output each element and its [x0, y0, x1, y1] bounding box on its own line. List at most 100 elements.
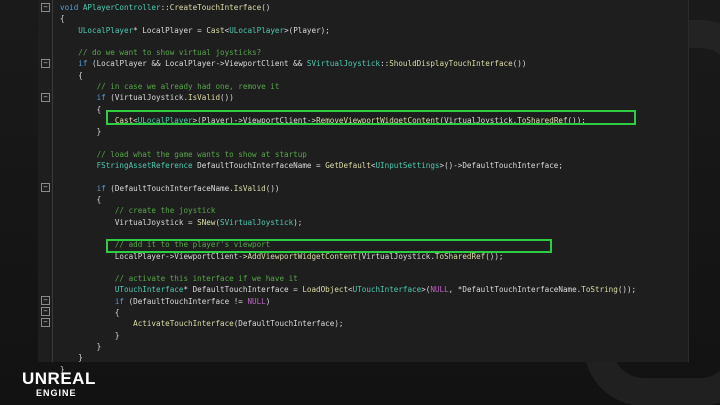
code-line: UTouchInterface* DefaultTouchInterface =…	[60, 284, 685, 295]
code-token: VirtualJoystick =	[60, 217, 198, 227]
code-token: )	[265, 296, 271, 306]
fold-toggle-icon[interactable]: −	[41, 93, 50, 102]
code-line: }	[60, 126, 685, 137]
unreal-engine-logo: UNREAL ENGINE	[22, 370, 132, 402]
code-editor[interactable]: − − − − − − − void APlayerController::Cr…	[38, 0, 689, 374]
code-line: // in case we already had one, remove it	[60, 81, 685, 92]
code-line: {	[60, 194, 685, 205]
code-token: if	[60, 183, 111, 193]
code-line: if (DefaultTouchInterfaceName.IsValid())	[60, 183, 685, 194]
code-token: APlayerController	[82, 3, 161, 12]
code-token: if	[60, 93, 111, 103]
slide: − − − − − − − void APlayerController::Cr…	[0, 0, 720, 405]
highlight-remove-widget	[106, 110, 636, 125]
code-token: ULocalPlayer	[229, 25, 285, 35]
code-line: void APlayerController::CreateTouchInter…	[60, 2, 685, 13]
code-token: {	[60, 104, 102, 114]
code-token: (LocalPlayer && LocalPlayer->ViewportCli…	[92, 59, 307, 69]
code-line: {	[60, 13, 685, 24]
code-token: ()	[261, 3, 271, 12]
code-line: }	[60, 330, 685, 341]
code-token: );	[293, 217, 303, 227]
fold-toggle-icon[interactable]: −	[41, 307, 50, 316]
code-token: // do we want to show virtual joysticks?	[60, 48, 262, 58]
code-token: ULocalPlayer	[60, 25, 134, 35]
code-token: (DefaultTouchInterface !=	[128, 296, 248, 306]
code-token: }	[60, 341, 102, 351]
code-token: void	[60, 3, 83, 12]
code-token: UTouchInterface	[352, 285, 422, 295]
code-token: IsValid	[233, 183, 266, 193]
code-token: NULL	[430, 285, 449, 295]
brand-line-2: ENGINE	[36, 388, 77, 398]
code-token: >(Player);	[284, 25, 330, 35]
code-token: UTouchInterface	[60, 285, 184, 295]
code-token: // activate this interface if we have it	[60, 274, 298, 284]
code-token: // load what the game wants to show at s…	[60, 149, 307, 159]
code-token: {	[60, 70, 83, 80]
code-line: {	[60, 307, 685, 318]
code-token: {	[60, 14, 65, 24]
code-line: {	[60, 70, 685, 81]
code-text[interactable]: void APlayerController::CreateTouchInter…	[60, 2, 685, 375]
code-line: if (LocalPlayer && LocalPlayer->Viewport…	[60, 58, 685, 69]
code-token: {	[60, 308, 120, 318]
code-token: ShouldDisplayTouchInterface	[389, 59, 513, 69]
code-token: >(	[421, 285, 431, 295]
code-token: NULL	[247, 296, 266, 306]
code-token: SVirtualJoystick	[306, 59, 381, 69]
code-line: ULocalPlayer* LocalPlayer = Cast<ULocalP…	[60, 25, 685, 36]
code-token: ())	[512, 59, 527, 69]
code-line: FStringAssetReference DefaultTouchInterf…	[60, 160, 685, 171]
code-line: ActivateTouchInterface(DefaultTouchInter…	[60, 318, 685, 329]
code-token: IsValid	[188, 93, 221, 103]
code-token: }	[60, 330, 120, 340]
code-line: // do we want to show virtual joysticks?	[60, 47, 685, 58]
code-line: }	[60, 341, 685, 352]
code-token: ToString	[581, 285, 618, 295]
code-token: CreateTouchInterface	[169, 3, 262, 12]
code-token: DefaultTouchInterfaceName =	[192, 161, 326, 171]
highlight-add-widget	[106, 239, 552, 253]
code-token: ::	[380, 59, 390, 69]
code-line: VirtualJoystick = SNew(SVirtualJoystick)…	[60, 217, 685, 228]
code-token: LoadObject	[302, 285, 349, 295]
code-token: ())	[265, 183, 280, 193]
code-token: ());	[617, 285, 637, 295]
code-token: FStringAssetReference	[60, 161, 193, 171]
fold-toggle-icon[interactable]: −	[41, 296, 50, 305]
fold-toggle-icon[interactable]: −	[41, 183, 50, 192]
editor-gutter: − − − − − − −	[38, 0, 53, 362]
fold-toggle-icon[interactable]: −	[41, 318, 50, 327]
fold-toggle-icon[interactable]: −	[41, 3, 50, 12]
code-token: Cast	[206, 25, 225, 35]
code-token: ())	[220, 93, 234, 103]
code-token: // in case we already had one, remove it	[60, 82, 280, 92]
code-line: }	[60, 364, 685, 375]
code-token: , *DefaultTouchInterfaceName.	[448, 285, 582, 295]
fold-toggle-icon[interactable]: −	[41, 59, 50, 68]
code-token: if	[60, 296, 129, 306]
code-token: SNew	[197, 217, 216, 227]
code-token: if	[60, 59, 93, 69]
code-token: * LocalPlayer =	[133, 25, 207, 35]
code-token: }	[60, 353, 83, 363]
code-token: * DefaultTouchInterface =	[183, 285, 303, 295]
code-token: // create the joystick	[60, 206, 216, 216]
code-token: (DefaultTouchInterface);	[233, 319, 344, 329]
code-token: >()->DefaultTouchInterface;	[439, 161, 563, 171]
code-line: // load what the game wants to show at s…	[60, 149, 685, 160]
code-line: if (VirtualJoystick.IsValid())	[60, 92, 685, 103]
brand-line-1: UNREAL	[22, 369, 96, 388]
code-token: (VirtualJoystick.	[110, 93, 189, 103]
code-token: }	[60, 127, 102, 137]
code-token: ::	[160, 3, 170, 12]
code-token: SVirtualJoystick	[220, 217, 294, 227]
code-token: UInputSettings	[375, 161, 440, 171]
code-token: {	[60, 195, 102, 205]
